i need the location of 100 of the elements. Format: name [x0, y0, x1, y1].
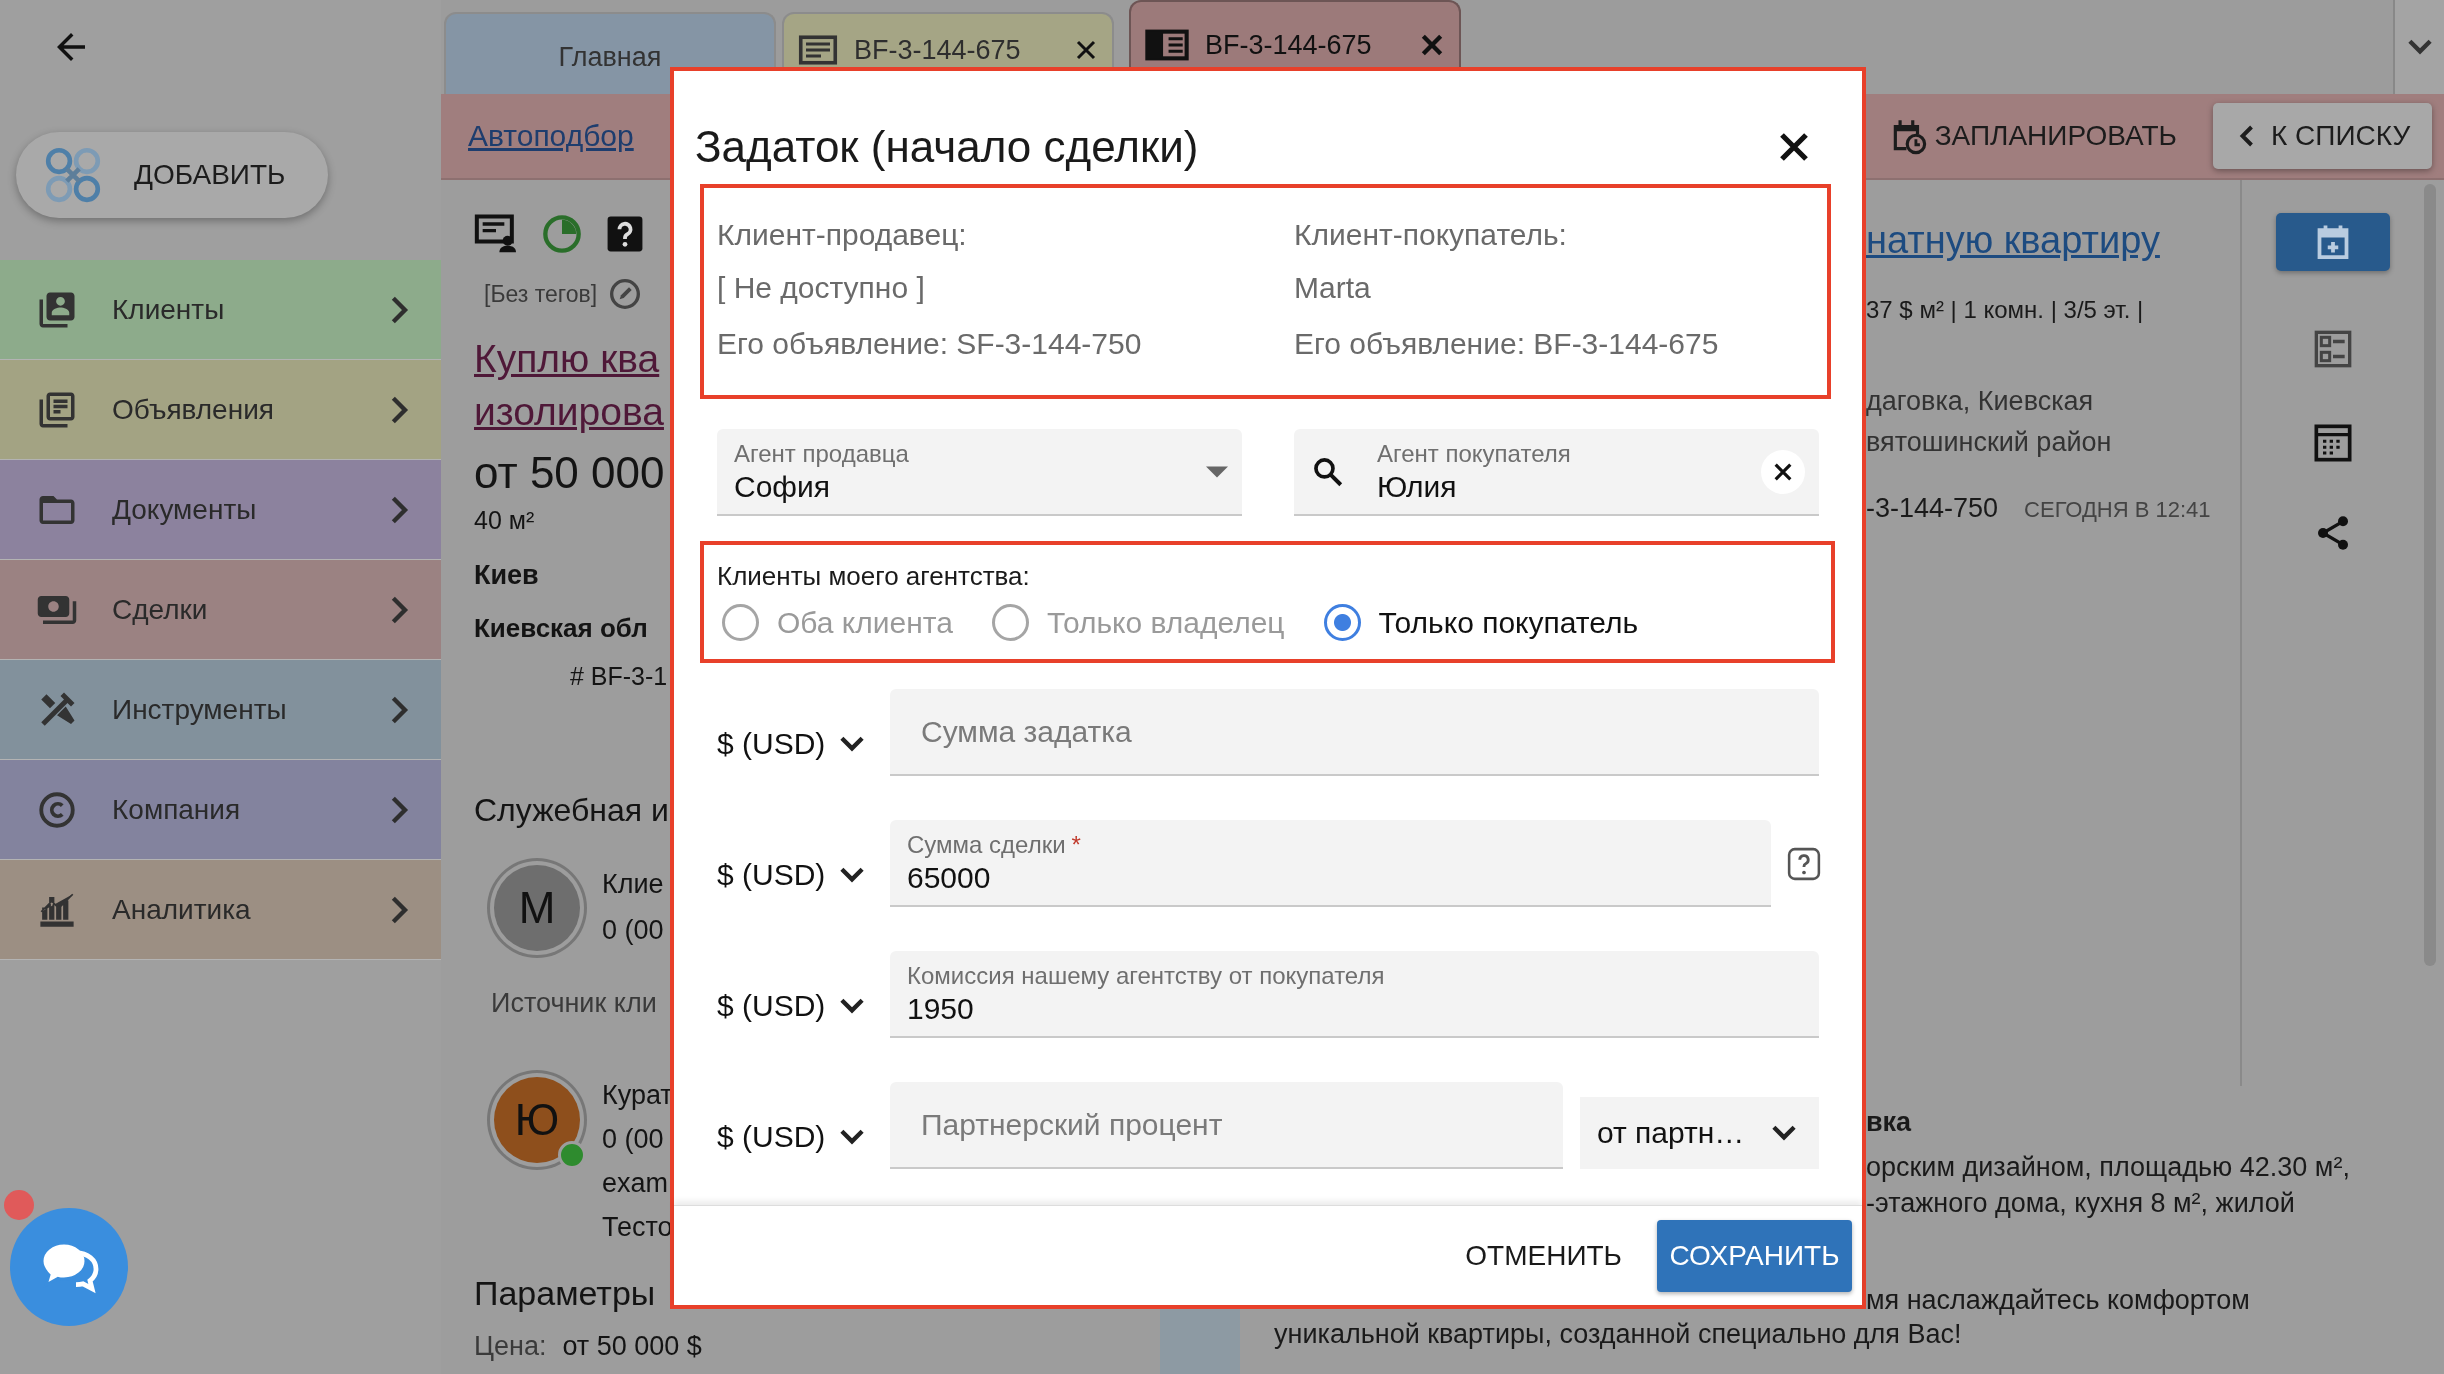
- area-text: 40 м²: [474, 505, 535, 536]
- tab-menu-button[interactable]: [2393, 0, 2444, 94]
- contact-text: 0 (00: [602, 914, 664, 947]
- amount-field[interactable]: Сумма сделки * 65000: [890, 820, 1771, 907]
- help-icon[interactable]: [1787, 846, 1821, 881]
- help-icon[interactable]: [606, 215, 644, 253]
- field-label: Комиссия нашему агентству от покупателя: [907, 960, 1386, 991]
- field-label: Сумма сделки *: [907, 829, 1082, 860]
- currency-select[interactable]: $ (USD): [717, 704, 890, 761]
- amount-field[interactable]: Комиссия нашему агентству от покупателя 1950: [890, 951, 1819, 1038]
- client-name: [ Не доступно ]: [717, 270, 926, 306]
- radio-button[interactable]: [1323, 604, 1361, 641]
- nav-item[interactable]: Сделки: [0, 560, 441, 660]
- card-icon: [798, 35, 838, 65]
- field-value: 1950: [907, 990, 974, 1027]
- chevron-right-icon: [389, 294, 411, 325]
- chevron-down-icon: [839, 865, 866, 884]
- radio-label[interactable]: Только покупатель: [1378, 605, 1639, 640]
- chevron-down-icon: [839, 996, 866, 1015]
- amount-field[interactable]: Сумма задатка: [890, 689, 1819, 776]
- description-text: орским дизайном, площадью 42.30 м²,: [1866, 1151, 2351, 1184]
- contact-text: 0 (00: [602, 1123, 665, 1156]
- tab[interactable]: Главная: [444, 12, 776, 94]
- client-name: Marta: [1294, 270, 1372, 306]
- autoselect-link[interactable]: Автоподбор: [468, 119, 634, 153]
- field-value: Юлия: [1377, 468, 1457, 505]
- amount-field[interactable]: Партнерский процент: [890, 1082, 1563, 1169]
- description-text: уникальной квартиры, созданной специально для Вас!: [1274, 1318, 1962, 1351]
- field-value: София: [734, 468, 831, 505]
- contact-text: exam: [602, 1167, 670, 1200]
- address-text: даговка, Киевская вятошинский район: [1866, 385, 2113, 459]
- list-view-icon[interactable]: [2313, 329, 2353, 369]
- source-label: Источник кли: [491, 987, 657, 1020]
- save-button[interactable]: СОХРАНИТЬ: [1657, 1219, 1852, 1292]
- chevron-down-icon: [1771, 1124, 1797, 1142]
- cancel-button[interactable]: ОТМЕНИТЬ: [1459, 1238, 1628, 1273]
- chevron-left-icon: [2239, 124, 2255, 148]
- clear-button[interactable]: [1761, 449, 1805, 494]
- description-text: -этажного дома, кухня 8 м², жилой: [1866, 1187, 2296, 1220]
- add-button[interactable]: ДОБАВИТЬ: [16, 132, 328, 218]
- calendar-plus-icon: [2316, 224, 2350, 260]
- chevron-right-icon: [389, 894, 411, 925]
- contact-text: Курат: [602, 1079, 673, 1112]
- chevron-down-icon: [839, 734, 866, 753]
- contact-text: Тесто: [602, 1211, 673, 1244]
- price-label: Цена:: [474, 1331, 547, 1361]
- currency-select[interactable]: $ (USD): [717, 1097, 890, 1154]
- listing-code: # BF-3-1: [570, 661, 668, 692]
- chevron-down-icon: [839, 1127, 866, 1146]
- chevron-right-icon: [389, 694, 411, 725]
- currency-select[interactable]: $ (USD): [717, 966, 890, 1023]
- radio-label[interactable]: Только владелец: [1046, 605, 1285, 640]
- contact-text: Клие: [602, 868, 664, 901]
- partner-select[interactable]: от партн…: [1580, 1097, 1819, 1169]
- price-text: от 50 000: [474, 447, 665, 499]
- price-value: от 50 000 $: [562, 1331, 702, 1361]
- nav-item[interactable]: Клиенты: [0, 260, 441, 360]
- specs-text: 37 $ м² | 1 комн. | 3/5 эт. |: [1866, 295, 2145, 325]
- field-value: 65000: [907, 859, 991, 896]
- table-icon[interactable]: [2313, 423, 2353, 463]
- nav-item[interactable]: Аналитика: [0, 860, 441, 960]
- buyer-agent-field[interactable]: Агент покупателя Юлия: [1294, 429, 1819, 516]
- radio-button[interactable]: [722, 604, 759, 641]
- section-heading: Параметры: [474, 1273, 656, 1314]
- field-label: Агент покупателя: [1377, 438, 1572, 469]
- listing-title-link[interactable]: натную квартиру: [1866, 216, 2240, 264]
- listing-reference: Его объявление: BF-3-144-675: [1294, 326, 1720, 362]
- chevron-right-icon: [389, 594, 411, 625]
- edit-icon[interactable]: [609, 278, 642, 310]
- radio-label[interactable]: Оба клиента: [777, 605, 953, 640]
- book-icon: [1145, 29, 1189, 61]
- person-card-icon[interactable]: [474, 214, 518, 254]
- field-label: Агент продавца: [734, 438, 910, 469]
- nav-item[interactable]: Инструменты: [0, 660, 441, 760]
- schedule-button[interactable]: ЗАПЛАНИРОВАТЬ: [1882, 116, 2183, 156]
- chevron-down-icon: [2406, 38, 2433, 56]
- close-icon[interactable]: [1074, 38, 1098, 62]
- listing-code: -3-144-750: [1866, 493, 1999, 524]
- description-text: мя наслаждайтесь комфортом: [1866, 1284, 2251, 1317]
- nav-item[interactable]: Объявления: [0, 360, 441, 460]
- field-label: Клиенты моего агентства:: [717, 560, 1031, 593]
- chevron-right-icon: [389, 494, 411, 525]
- radio-button[interactable]: [991, 604, 1029, 641]
- add-event-button[interactable]: [2276, 213, 2390, 271]
- field-label: Клиент-покупатель:: [1294, 217, 1568, 253]
- chevron-right-icon: [389, 394, 411, 425]
- tags-label: [Без тегов]: [484, 280, 598, 308]
- field-label: Клиент-продавец:: [717, 217, 968, 253]
- listing-reference: Его объявление: SF-3-144-750: [717, 326, 1143, 362]
- nav-item[interactable]: Документы: [0, 460, 441, 560]
- listing-title-link[interactable]: Куплю ква изолирова: [474, 332, 664, 438]
- seller-agent-select[interactable]: Агент продавца София: [717, 429, 1242, 516]
- chevron-right-icon: [389, 794, 411, 825]
- back-to-list-button[interactable]: К СПИСКУ: [2213, 103, 2432, 169]
- date-text: СЕГОДНЯ В 12:41: [2024, 497, 2211, 523]
- nav-item[interactable]: Компания: [0, 760, 441, 860]
- city-text: Киев: [474, 559, 539, 592]
- currency-select[interactable]: $ (USD): [717, 835, 890, 892]
- dialog-title: Задаток (начало сделки): [695, 121, 1200, 173]
- section-heading: Служебная и: [474, 791, 669, 830]
